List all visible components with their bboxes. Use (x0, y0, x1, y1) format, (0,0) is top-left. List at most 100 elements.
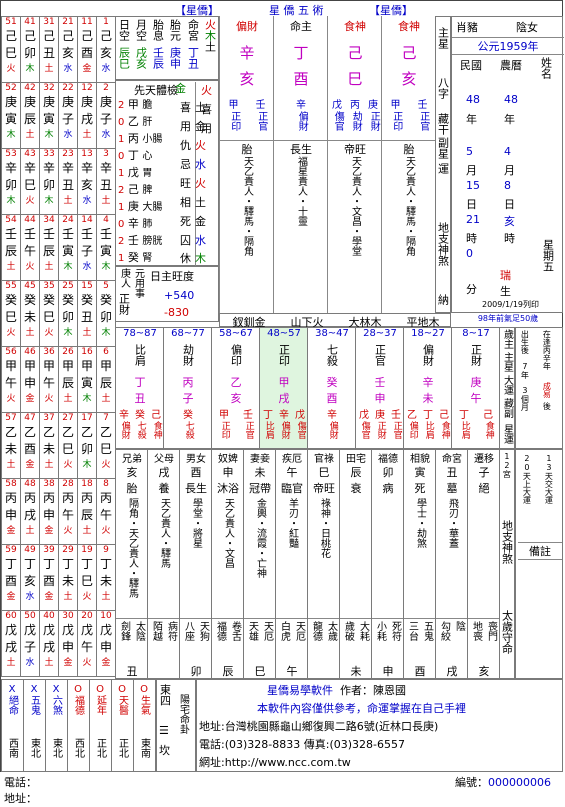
palace-column[interactable]: 疾厄午臨官 羊刃・紅豔 白虎 天厄午 (275, 449, 308, 679)
year-stem: 辛 (80, 161, 93, 175)
taixi-label: 胎息 (151, 19, 165, 41)
palace-column[interactable]: 父母戌養天乙貴人・驛馬 陌越 病符 (147, 449, 180, 679)
mg-shi: 時 (466, 232, 477, 245)
dayun-column[interactable]: 8~17 正財庚午丁比肩 己食神 (451, 327, 500, 449)
palace-bottom: 福德 卷舌辰 (212, 618, 243, 678)
palace-column[interactable]: 妻妾未冠帶 金輿・流霞・亡神 天雄 天厄巳 (243, 449, 276, 679)
year-stem: 乙 (80, 425, 93, 439)
year-element: 土 (25, 526, 35, 536)
mg-month: 5 (466, 145, 473, 158)
year-age: 33 (43, 149, 55, 159)
palace-column[interactable]: 官祿巳帝旺 祿神・日桃花 龍德 太歲 (307, 449, 340, 679)
year-stem: 甲 (61, 359, 74, 373)
palace-stars: 羊刃・紅豔 (286, 498, 298, 548)
year-stem: 戊 (80, 623, 93, 637)
year-element: 木 (82, 460, 92, 470)
year-stem: 丙 (23, 491, 36, 505)
dayun-god: 七殺 (325, 344, 339, 366)
year-stem: 庚 (99, 95, 112, 109)
year-branch: 亥 (80, 178, 93, 192)
nl-shi: 時 (504, 232, 515, 245)
pillar-stars: 天乙貴人・驛馬・隔角 (403, 156, 415, 256)
mg-nian: 年 (466, 113, 477, 126)
palace-branch: 丑 (446, 466, 458, 479)
year-stem: 甲 (80, 359, 93, 373)
palace-column[interactable]: 男女酉長生 學堂・將星 八座 天狗卯 (179, 449, 212, 679)
year-stem: 癸 (80, 293, 93, 307)
year-branch: 辰 (42, 244, 55, 258)
dayun-column[interactable]: 18~27 偏財辛未乙偏印丁比肩己食神 (403, 327, 452, 449)
dayun-hidden: 戊傷官 (295, 410, 306, 439)
year-element: 土 (63, 592, 73, 602)
year-branch: 巳 (4, 46, 17, 60)
dayun-column[interactable]: 68~77 劫財丙子癸七殺 (163, 327, 212, 449)
palace-name: 父母 (154, 454, 174, 465)
year-branch: 卯 (80, 442, 93, 456)
palace-column[interactable]: 相貌寅死學士・劫煞 三台 五鬼酉 (403, 449, 436, 679)
dayun-hidden: 丁比肩 (423, 410, 434, 439)
year-element: 土 (44, 658, 54, 668)
year-age: 53 (5, 149, 17, 159)
year-age: 7 (103, 413, 109, 423)
year-age: 49 (24, 545, 36, 555)
palace-stars: 天乙貴人・文昌 (222, 498, 234, 568)
year-age: 46 (24, 347, 36, 357)
palace-stars: 隔角・天乙貴人・驛馬 (126, 498, 138, 598)
palace-column[interactable]: 福德卯病小耗 死符申 (371, 449, 404, 679)
year-age: 22 (62, 83, 74, 93)
jieqi: 98年前氣足50歲 (477, 314, 539, 323)
year-cell: 3 辛丑土 (96, 148, 116, 215)
yong: 用 (180, 120, 191, 133)
palace-stage: 衰 (350, 482, 362, 495)
pillar-stars: 福星貴人・十靈 (295, 156, 307, 226)
year-age: 6 (103, 347, 109, 357)
year-age: 17 (81, 413, 93, 423)
year-element: 土 (101, 196, 111, 206)
palace-column[interactable]: 遷移子絕地喪 喪門亥 (467, 449, 500, 679)
birth-col1: 出生後 (520, 330, 530, 354)
year-element: 火 (101, 460, 111, 470)
year-element: 木 (63, 262, 73, 272)
palace-column[interactable]: 奴婢申沐浴 天乙貴人・文昌 福德 卷舌辰 (211, 449, 244, 679)
dayun-column[interactable]: 48~57 正印甲戌丁比肩辛偏財戊傷官 (259, 327, 308, 449)
header-left-tag: 【星僑】 (175, 4, 219, 17)
dayun-god: 正財 (469, 344, 483, 366)
palace-column[interactable]: 命宮丑墓飛刃・華蓋 勾絞陰戌 (435, 449, 468, 679)
direction-column: X五鬼 東北 (23, 679, 46, 772)
palace-name: 命宮 (442, 454, 462, 465)
dayun-column[interactable]: 58~67 偏印乙亥甲正印 壬正官 (211, 327, 260, 449)
year-branch: 巳 (42, 310, 55, 324)
birth-col2d: 13天交大運 (544, 454, 554, 504)
year-branch: 申 (61, 640, 74, 654)
dayun-age: 48~57 (267, 328, 301, 339)
year-cell: 52 庚寅木 (1, 82, 21, 149)
year-element: 金 (101, 658, 111, 668)
year-stem: 丁 (99, 557, 112, 571)
xiji-block: 金 喜 土 用 金 仇 火 忌 水 旺 火 相 土 死 金 囚 水 休 木 (175, 80, 219, 266)
dayun-branch: 未 (422, 392, 434, 405)
dayun-column[interactable]: 78~87 比肩丁丑辛偏財癸七殺己食神 (115, 327, 164, 449)
year-stem: 戊 (42, 623, 55, 637)
palace-bottom: 天雄 天厄巳 (244, 618, 275, 678)
footer-web[interactable]: 網址:http://www.ncc.com.tw (199, 754, 351, 770)
palace-name: 福德 (378, 454, 398, 465)
dayun-column[interactable]: 28~37 正官壬申戊傷官庚正財壬正官 (355, 327, 404, 449)
year-age: 47 (24, 413, 36, 423)
palace-bottom: 勾絞陰戌 (436, 618, 467, 678)
palace-name: 奴婢 (218, 454, 238, 465)
year-age: 41 (24, 17, 36, 27)
palace-column[interactable]: 兄弟亥胎隔角・天乙貴人・驛馬 劍鋒 太陰丑 (115, 449, 148, 679)
palace-column[interactable]: 田宅辰衰歲破 大耗未 (339, 449, 372, 679)
year-element: 土 (25, 130, 35, 140)
dayun-hidden: 甲正印 (219, 410, 230, 439)
year-branch: 戌 (80, 112, 93, 126)
palace-branch: 巳 (318, 466, 330, 479)
label-yun: 運 (436, 163, 450, 174)
hidden-stem: 壬正官 (417, 100, 429, 131)
year-branch: 申 (42, 508, 55, 522)
year-age: 37 (43, 413, 55, 423)
year-branch: 寅 (80, 376, 93, 390)
dayun-column[interactable]: 38~47 七殺癸酉辛偏財 (307, 327, 356, 449)
year-cell: 43 辛巳火 (20, 148, 40, 215)
year-stem: 丙 (4, 491, 17, 505)
